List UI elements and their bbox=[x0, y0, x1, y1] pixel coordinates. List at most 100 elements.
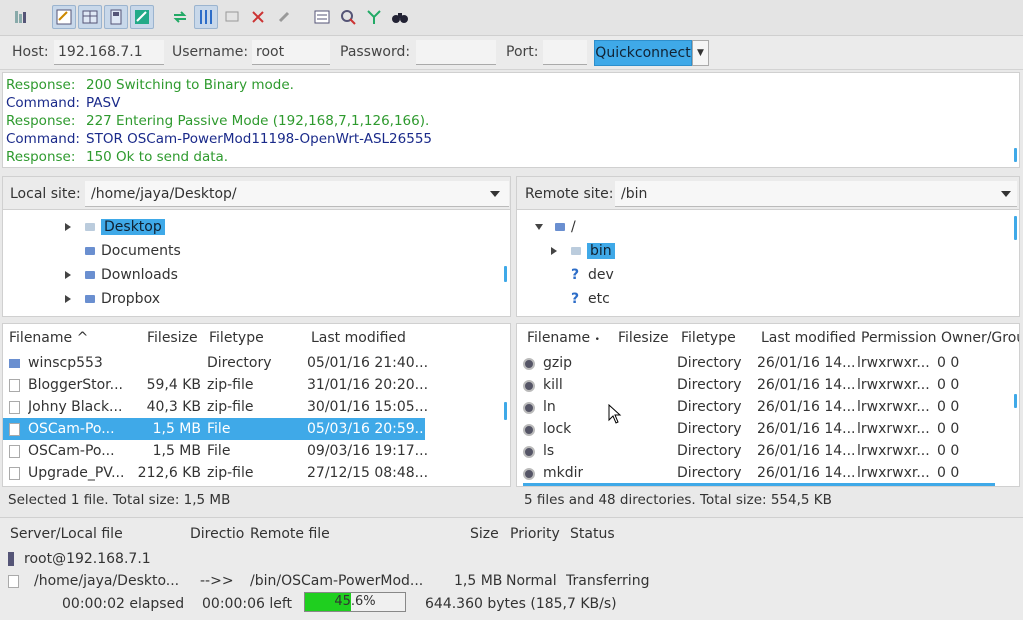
symlink-icon bbox=[523, 380, 535, 392]
table-row[interactable]: winscp553 Directory 05/01/16 21:40... bbox=[3, 352, 428, 374]
column-header-filetype[interactable]: Filetype bbox=[681, 326, 736, 350]
sort-indicator-icon: • bbox=[594, 335, 600, 345]
remote-file-list: Filename • Filesize Filetype Last modifi… bbox=[516, 323, 1020, 487]
remote-list-hscrollbar[interactable] bbox=[523, 483, 995, 486]
queue-item-row[interactable]: /home/jaya/Deskto... -->> /bin/OSCam-Pow… bbox=[0, 570, 700, 592]
tree-item-dropbox[interactable]: Dropbox bbox=[85, 288, 160, 310]
process-queue-icon[interactable] bbox=[194, 5, 218, 29]
column-header-direction[interactable]: Directio bbox=[190, 522, 246, 546]
column-header-filename[interactable]: Filename ^ bbox=[9, 326, 88, 350]
port-field[interactable] bbox=[543, 40, 587, 65]
expand-arrow-icon[interactable] bbox=[551, 247, 557, 255]
reconnect-icon[interactable] bbox=[272, 5, 296, 29]
table-row[interactable]: Upgrade_PV... 212,6 KB zip-file 27/12/15… bbox=[3, 462, 428, 484]
transfer-queue: Server/Local file Directio Remote file S… bbox=[0, 517, 1023, 620]
table-row[interactable]: ln Directory 26/01/16 14... lrwxrwxr... … bbox=[517, 396, 1017, 418]
transfer-progress-bar: 45.6% bbox=[304, 592, 406, 612]
table-row[interactable]: gzip Directory 26/01/16 14... lrwxrwxr..… bbox=[517, 352, 1017, 374]
column-header-last-modified[interactable]: Last modified bbox=[311, 326, 406, 350]
local-status: Selected 1 file. Total size: 1,5 MB bbox=[8, 492, 231, 508]
queue-server-row[interactable]: root@192.168.7.1 bbox=[8, 548, 151, 570]
host-field[interactable]: 192.168.7.1 bbox=[54, 40, 164, 65]
sort-ascending-icon: ^ bbox=[76, 330, 89, 346]
table-row[interactable]: OSCam-Po... 1,5 MB File 09/03/16 19:17..… bbox=[3, 440, 428, 462]
collapse-arrow-icon[interactable] bbox=[535, 224, 543, 230]
table-row[interactable]: Johny Black... 40,3 KB zip-file 30/01/16… bbox=[3, 396, 428, 418]
disconnect-icon[interactable] bbox=[246, 5, 270, 29]
tree-item-documents[interactable]: Documents bbox=[85, 240, 181, 262]
host-label: Host: bbox=[12, 44, 49, 60]
table-row[interactable]: kill Directory 26/01/16 14... lrwxrwxr..… bbox=[517, 374, 1017, 396]
column-header-permissions[interactable]: Permission bbox=[861, 326, 937, 350]
toolbar bbox=[0, 0, 1023, 36]
column-header-size[interactable]: Size bbox=[470, 522, 499, 546]
column-header-filename[interactable]: Filename • bbox=[527, 326, 600, 350]
dir-listing-filter-icon[interactable] bbox=[310, 5, 334, 29]
transfer-queue-icon[interactable] bbox=[130, 5, 154, 29]
elapsed-time: 00:00:02 elapsed bbox=[62, 596, 185, 612]
column-header-priority[interactable]: Priority bbox=[510, 522, 560, 546]
search-icon[interactable] bbox=[388, 5, 412, 29]
cancel-icon[interactable] bbox=[220, 5, 244, 29]
username-field[interactable]: root bbox=[252, 40, 330, 65]
local-path-input[interactable]: /home/jaya/Desktop/ bbox=[85, 181, 509, 207]
column-header-last-modified[interactable]: Last modified bbox=[761, 326, 856, 350]
tree-item-bin[interactable]: bin bbox=[571, 240, 615, 262]
remote-tree-icon[interactable] bbox=[104, 5, 128, 29]
chevron-down-icon[interactable] bbox=[1001, 191, 1011, 197]
symlink-icon bbox=[523, 402, 535, 414]
local-tree: Desktop Documents Downloads Dropbox bbox=[2, 209, 511, 317]
remote-list-scrollbar[interactable] bbox=[1014, 394, 1017, 408]
username-label: Username: bbox=[172, 44, 249, 60]
chevron-down-icon[interactable] bbox=[490, 191, 500, 197]
column-header-server-local-file[interactable]: Server/Local file bbox=[10, 522, 123, 546]
refresh-icon[interactable] bbox=[168, 5, 192, 29]
tree-item-desktop[interactable]: Desktop bbox=[85, 216, 165, 238]
port-label: Port: bbox=[506, 44, 539, 60]
remote-status: 5 files and 48 directories. Total size: … bbox=[524, 492, 832, 508]
local-tree-icon[interactable] bbox=[78, 5, 102, 29]
column-header-filetype[interactable]: Filetype bbox=[209, 326, 264, 350]
remote-path-input[interactable]: /bin bbox=[615, 181, 1017, 207]
password-field[interactable] bbox=[416, 40, 496, 65]
log-line: Command: PASV bbox=[6, 95, 121, 111]
table-row[interactable]: mkdir Directory 26/01/16 14... lrwxrwxr.… bbox=[517, 462, 1017, 484]
tree-item-downloads[interactable]: Downloads bbox=[85, 264, 178, 286]
quickconnect-button[interactable]: Quickconnect bbox=[594, 40, 692, 66]
local-site-label: Local site: bbox=[10, 186, 81, 202]
symlink-icon bbox=[523, 446, 535, 458]
remote-tree-scrollbar[interactable] bbox=[1014, 216, 1017, 240]
message-log-icon[interactable] bbox=[52, 5, 76, 29]
file-icon bbox=[9, 423, 20, 436]
folder-icon bbox=[571, 247, 581, 255]
folder-icon bbox=[85, 271, 95, 279]
expand-arrow-icon[interactable] bbox=[65, 223, 71, 231]
symlink-icon bbox=[523, 424, 535, 436]
column-header-filesize[interactable]: Filesize bbox=[147, 326, 198, 350]
site-manager-icon[interactable] bbox=[10, 5, 34, 29]
local-list-scrollbar[interactable] bbox=[504, 402, 507, 420]
log-line: Response: 150 Ok to send data. bbox=[6, 149, 229, 165]
expand-arrow-icon[interactable] bbox=[65, 271, 71, 279]
tree-item-root[interactable]: / bbox=[555, 216, 576, 238]
column-header-remote-file[interactable]: Remote file bbox=[250, 522, 330, 546]
local-tree-scrollbar[interactable] bbox=[504, 266, 507, 282]
sync-browse-icon[interactable] bbox=[362, 5, 386, 29]
folder-icon bbox=[85, 247, 95, 255]
table-row[interactable]: lock Directory 26/01/16 14... lrwxrwxr..… bbox=[517, 418, 1017, 440]
message-log[interactable]: Response: 200 Switching to Binary mode. C… bbox=[2, 72, 1020, 168]
log-scrollbar[interactable] bbox=[1014, 148, 1017, 162]
column-header-filesize[interactable]: Filesize bbox=[618, 326, 669, 350]
symlink-icon bbox=[523, 358, 535, 370]
tree-item-etc[interactable]: ? etc bbox=[571, 288, 610, 310]
file-icon bbox=[8, 575, 19, 588]
table-row[interactable]: BloggerStor... 59,4 KB zip-file 31/01/16… bbox=[3, 374, 428, 396]
table-row-selected[interactable]: OSCam-Po... 1,5 MB File 05/03/16 20:59..… bbox=[3, 418, 428, 440]
table-row[interactable]: ls Directory 26/01/16 14... lrwxrwxr... … bbox=[517, 440, 1017, 462]
tree-item-dev[interactable]: ? dev bbox=[571, 264, 614, 286]
compare-icon[interactable] bbox=[336, 5, 360, 29]
column-header-owner-group[interactable]: Owner/Grou bbox=[941, 326, 1019, 350]
column-header-status[interactable]: Status bbox=[570, 522, 615, 546]
expand-arrow-icon[interactable] bbox=[65, 295, 71, 303]
quickconnect-dropdown-button[interactable]: ▼ bbox=[692, 40, 709, 66]
